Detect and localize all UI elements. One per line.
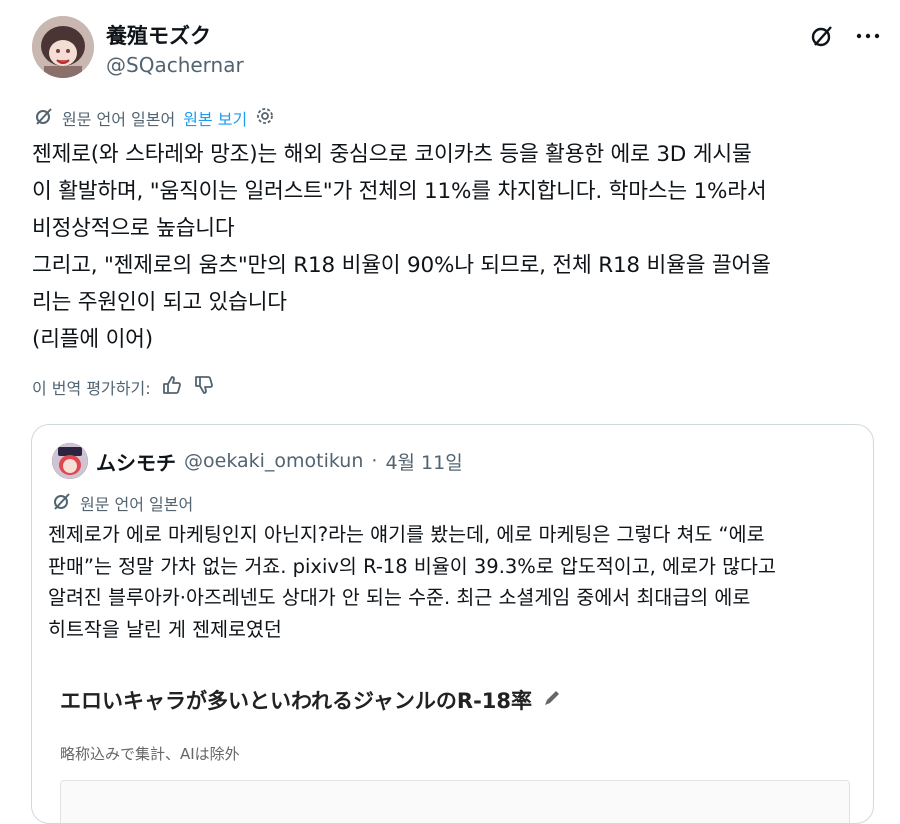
rate-translation: 이 번역 평가하기: — [32, 374, 215, 400]
quoted-translation-bar: 원문 언어 일본어 — [52, 491, 193, 515]
quoted-text-line: 판매”는 정말 가차 없는 거죠. pixiv의 R-18 비율이 39.3%로… — [48, 554, 776, 578]
tweet-text-line: 그리고, "젠제로의 움츠"만의 R18 비율이 90%나 되므로, 전체 R1… — [32, 253, 771, 278]
tweet-text-line: (리플에 이어) — [32, 327, 153, 352]
translate-icon — [34, 106, 54, 130]
quoted-header: ムシモチ @oekaki_omotikun · 4월 11일 — [52, 443, 463, 479]
tweet-header: 養殖モズク @SQachernar — [32, 16, 882, 86]
media-table — [60, 780, 850, 823]
grok-icon[interactable] — [808, 22, 836, 50]
quoted-separator: · — [371, 450, 378, 472]
more-icon[interactable] — [854, 22, 882, 50]
tweet-text-line: 리는 주원인이 되고 있습니다 — [32, 290, 287, 315]
source-language-label: 원문 언어 일본어 — [62, 110, 176, 129]
tweet-text-line: 이 활발하며, "움직이는 일러스트"가 전체의 11%를 차지합니다. 학마스… — [32, 179, 767, 204]
translate-icon — [52, 491, 72, 515]
author-display-name[interactable]: 養殖モズク — [106, 20, 211, 50]
tweet-text: 젠제로(와 스타레와 망조)는 해외 중심으로 코이카츠 등을 활용한 에로 3… — [32, 136, 877, 358]
pencil-icon — [542, 688, 562, 713]
quoted-date: 4월 11일 — [385, 451, 463, 474]
tweet-text-line: 젠제로(와 스타레와 망조)는 해외 중심으로 코이카츠 등을 활용한 에로 3… — [32, 142, 752, 167]
translation-bar: 원문 언어 일본어 원본 보기 — [34, 106, 275, 130]
quoted-text-line: 히트작을 날린 게 젠제로였던 — [48, 617, 282, 641]
quoted-handle: @oekaki_omotikun — [184, 450, 364, 472]
quoted-tweet[interactable]: ムシモチ @oekaki_omotikun · 4월 11일 원문 언어 일본어… — [31, 424, 874, 824]
media-title: エロいキャラが多いといわれるジャンルのR-18率 — [60, 685, 562, 715]
thumbs-up-icon[interactable] — [161, 374, 183, 400]
author-handle[interactable]: @SQachernar — [106, 53, 244, 77]
thumbs-down-icon[interactable] — [193, 374, 215, 400]
tweet-text-line: 비정상적으로 높습니다 — [32, 216, 235, 241]
rate-label: 이 번역 평가하기: — [32, 379, 151, 398]
media-subtitle: 略称込みで集計、AIは除外 — [60, 745, 240, 763]
quoted-text-line: 젠제로가 에로 마케팅인지 아닌지?라는 얘기를 봤는데, 에로 마케팅은 그렇… — [48, 523, 765, 546]
quoted-text: 젠제로가 에로 마케팅인지 아닌지?라는 얘기를 봤는데, 에로 마케팅은 그렇… — [48, 519, 863, 645]
gear-icon[interactable] — [255, 106, 275, 130]
quoted-avatar — [52, 443, 88, 479]
author-avatar[interactable] — [32, 16, 94, 78]
quoted-text-line: 알려진 블루아카·아즈레넨도 상대가 안 되는 수준. 최근 소셜게임 중에서 … — [48, 586, 751, 609]
media-title-text: エロいキャラが多いといわれるジャンルのR-18率 — [60, 689, 533, 713]
quoted-source-language-label: 원문 언어 일본어 — [80, 495, 194, 514]
show-original-link[interactable]: 원본 보기 — [183, 106, 247, 130]
quoted-display-name: ムシモチ — [96, 450, 176, 475]
